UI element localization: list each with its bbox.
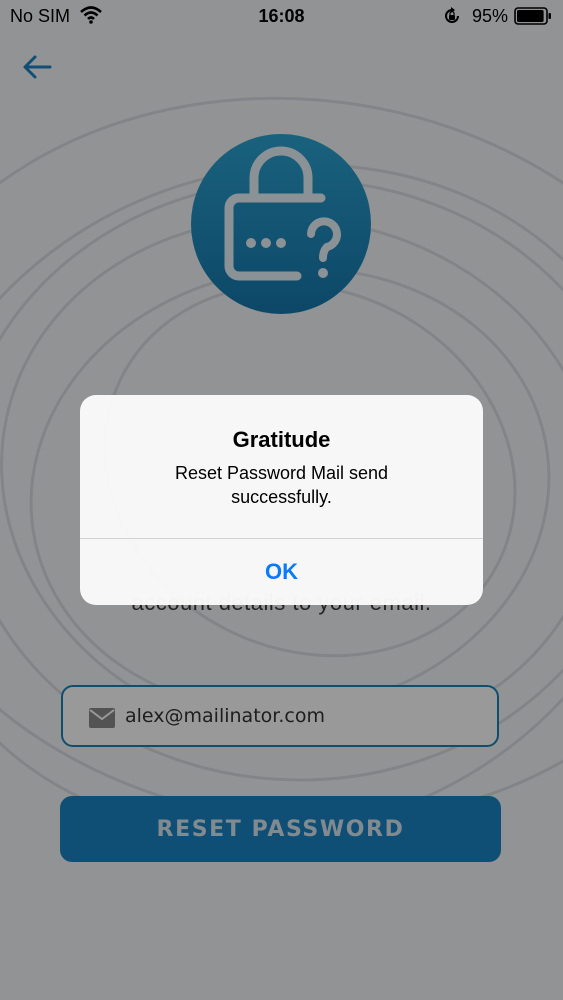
alert-title: Gratitude bbox=[232, 427, 331, 452]
alert-ok-button[interactable]: OK bbox=[80, 539, 483, 605]
alert-message: Reset Password Mail send successfully. bbox=[174, 463, 389, 507]
alert-dialog: Gratitude Reset Password Mail send succe… bbox=[80, 395, 483, 605]
